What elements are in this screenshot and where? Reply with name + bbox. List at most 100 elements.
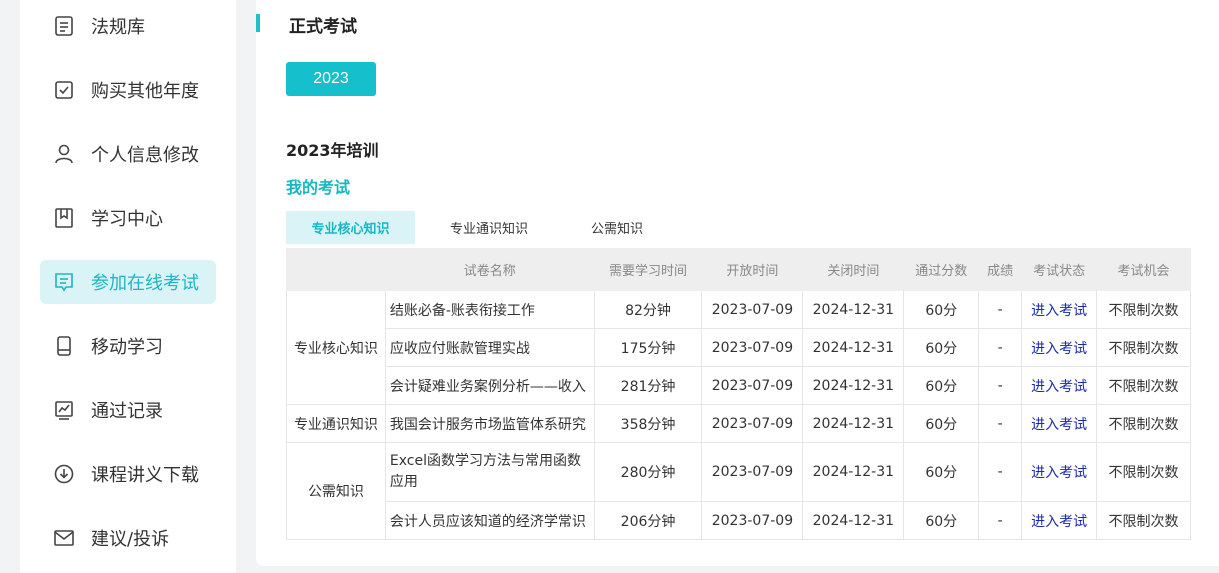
sidebar-item-label: 参加在线考试 xyxy=(91,273,199,294)
sidebar-item-mobile-learning[interactable]: 移动学习 xyxy=(40,324,216,368)
close-time: 2024-12-31 xyxy=(802,501,905,540)
enter-exam-link[interactable]: 进入考试 xyxy=(1021,328,1098,367)
table-row: 会计疑难业务案例分析——收入 281分钟 2023-07-09 2024-12-… xyxy=(287,366,1191,405)
document-icon xyxy=(53,15,75,37)
study-time: 281分钟 xyxy=(593,366,703,405)
paper-name: 会计疑难业务案例分析——收入 xyxy=(384,366,595,405)
header-open-time: 开放时间 xyxy=(701,248,804,291)
open-time: 2023-07-09 xyxy=(701,328,804,367)
exam-chances: 不限制次数 xyxy=(1096,366,1191,405)
main-panel: 正式考试 2023 2023年培训 我的考试 专业核心知识 专业通识知识 公需知… xyxy=(256,0,1219,566)
chart-icon xyxy=(53,399,75,421)
pass-score: 60分 xyxy=(903,366,980,405)
header-study-time: 需要学习时间 xyxy=(593,248,703,291)
table-row: 专业通识知识 我国会计服务市场监管体系研究 358分钟 2023-07-09 2… xyxy=(286,404,1191,443)
exam-chances: 不限制次数 xyxy=(1096,328,1191,367)
category-cell: 公需知识 xyxy=(286,442,386,540)
header-exam-chances: 考试机会 xyxy=(1096,248,1191,291)
section-title: 2023年培训 xyxy=(286,141,379,160)
sidebar: 法规库 购买其他年度 个人信息修改 学习中心 参加在线考试 移动学习 通过记录 … xyxy=(20,0,236,573)
table-header-row: 试卷名称 需要学习时间 开放时间 关闭时间 通过分数 成绩 考试状态 考试机会 xyxy=(286,248,1191,291)
pass-score: 60分 xyxy=(903,328,980,367)
sidebar-item-label: 课程讲义下载 xyxy=(91,465,199,486)
sidebar-item-label: 通过记录 xyxy=(91,401,163,422)
sidebar-item-online-exam[interactable]: 参加在线考试 xyxy=(40,260,216,304)
exam-chances: 不限制次数 xyxy=(1096,290,1191,329)
page-title: 正式考试 xyxy=(289,17,357,37)
exam-title: 我的考试 xyxy=(286,178,351,197)
sidebar-item-pass-records[interactable]: 通过记录 xyxy=(40,388,216,432)
bookmark-icon xyxy=(53,207,75,229)
sidebar-item-label: 移动学习 xyxy=(91,337,163,358)
exam-chances: 不限制次数 xyxy=(1096,442,1191,502)
open-time: 2023-07-09 xyxy=(701,442,804,502)
enter-exam-link[interactable]: 进入考试 xyxy=(1021,442,1098,502)
sidebar-item-learning-center[interactable]: 学习中心 xyxy=(40,196,216,240)
paper-name: 结账必备-账表衔接工作 xyxy=(384,290,595,329)
open-time: 2023-07-09 xyxy=(701,404,804,443)
close-time: 2024-12-31 xyxy=(802,290,905,329)
tab-general-knowledge[interactable]: 专业通识知识 xyxy=(415,211,563,244)
sidebar-item-label: 法规库 xyxy=(91,17,145,38)
exam-chances: 不限制次数 xyxy=(1096,404,1191,443)
sidebar-item-label: 个人信息修改 xyxy=(91,145,199,166)
table-row: 公需知识 Excel函数学习方法与常用函数应用 280分钟 2023-07-09… xyxy=(286,442,1191,540)
score: - xyxy=(978,290,1023,329)
header-exam-status: 考试状态 xyxy=(1021,248,1098,291)
sidebar-item-label: 购买其他年度 xyxy=(91,81,199,102)
enter-exam-link[interactable]: 进入考试 xyxy=(1021,366,1098,405)
year-button[interactable]: 2023 xyxy=(286,62,376,96)
exam-icon xyxy=(53,271,75,293)
tab-core-knowledge[interactable]: 专业核心知识 xyxy=(286,211,415,244)
header-paper-name: 试卷名称 xyxy=(384,248,595,291)
exam-table: 试卷名称 需要学习时间 开放时间 关闭时间 通过分数 成绩 考试状态 考试机会 … xyxy=(286,248,1191,540)
header-score: 成绩 xyxy=(978,248,1023,291)
score: - xyxy=(978,404,1023,443)
pass-score: 60分 xyxy=(903,442,980,502)
download-icon xyxy=(53,463,75,485)
paper-name: 我国会计服务市场监管体系研究 xyxy=(384,404,595,443)
pass-score: 60分 xyxy=(903,290,980,329)
pass-score: 60分 xyxy=(903,501,980,540)
user-icon xyxy=(53,143,75,165)
score: - xyxy=(978,366,1023,405)
category-tabs: 专业核心知识 专业通识知识 公需知识 xyxy=(286,211,671,244)
paper-name: 应收应付账款管理实战 xyxy=(384,328,595,367)
category-cell: 专业核心知识 xyxy=(286,290,386,405)
score: - xyxy=(978,501,1023,540)
checkbox-icon xyxy=(53,79,75,101)
close-time: 2024-12-31 xyxy=(802,328,905,367)
study-time: 280分钟 xyxy=(593,442,703,502)
paper-name: Excel函数学习方法与常用函数应用 xyxy=(384,442,595,502)
mail-icon xyxy=(53,527,75,549)
table-row: 会计人员应该知道的经济学常识 206分钟 2023-07-09 2024-12-… xyxy=(287,501,1191,540)
study-time: 175分钟 xyxy=(593,328,703,367)
enter-exam-link[interactable]: 进入考试 xyxy=(1021,290,1098,329)
header-pass-score: 通过分数 xyxy=(903,248,980,291)
pass-score: 60分 xyxy=(903,404,980,443)
close-time: 2024-12-31 xyxy=(802,366,905,405)
table-row: 应收应付账款管理实战 175分钟 2023-07-09 2024-12-31 6… xyxy=(287,328,1191,367)
paper-name: 会计人员应该知道的经济学常识 xyxy=(384,501,595,540)
header-close-time: 关闭时间 xyxy=(802,248,905,291)
sidebar-item-regulations[interactable]: 法规库 xyxy=(40,4,216,48)
table-row: 专业核心知识 结账必备-账表衔接工作 82分钟 2023-07-09 2024-… xyxy=(286,290,1191,405)
open-time: 2023-07-09 xyxy=(701,501,804,540)
enter-exam-link[interactable]: 进入考试 xyxy=(1021,501,1098,540)
category-cell: 专业通识知识 xyxy=(286,404,386,443)
sidebar-item-profile[interactable]: 个人信息修改 xyxy=(40,132,216,176)
sidebar-item-buy-other-years[interactable]: 购买其他年度 xyxy=(40,68,216,112)
sidebar-item-download-notes[interactable]: 课程讲义下载 xyxy=(40,452,216,496)
score: - xyxy=(978,328,1023,367)
enter-exam-link[interactable]: 进入考试 xyxy=(1021,404,1098,443)
sidebar-item-feedback[interactable]: 建议/投诉 xyxy=(40,516,216,560)
close-time: 2024-12-31 xyxy=(802,404,905,443)
title-accent-bar xyxy=(256,14,260,32)
mobile-icon xyxy=(53,335,75,357)
tab-public-knowledge[interactable]: 公需知识 xyxy=(563,211,671,244)
sidebar-item-label: 建议/投诉 xyxy=(91,529,170,550)
study-time: 206分钟 xyxy=(593,501,703,540)
close-time: 2024-12-31 xyxy=(802,442,905,502)
score: - xyxy=(978,442,1023,502)
study-time: 82分钟 xyxy=(593,290,703,329)
